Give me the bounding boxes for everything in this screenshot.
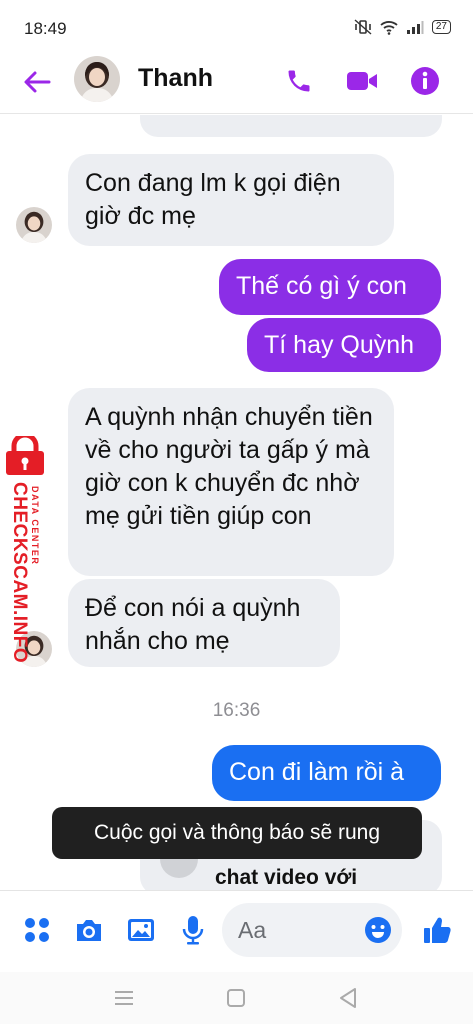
status-icons: 27 [354,19,451,35]
message-text: Thế có gì ý con [236,272,407,300]
status-time: 18:49 [24,19,67,38]
phone-icon [288,70,310,92]
message-list[interactable]: Con đang lm k gọi điện giờ đc mẹ Thế có … [0,115,473,890]
chat-header: Thanh [0,56,473,114]
vibrate-icon [354,19,372,35]
watermark-sub: DATA CENTER [30,486,40,566]
message-bubble[interactable]: Để con nói a quỳnh nhắn cho mẹ [68,579,340,667]
message-text: Để con nói a quỳnh nhắn cho mẹ [85,594,301,655]
triangle-back-icon [340,988,356,1008]
camera-button[interactable] [72,913,106,947]
message-bubble[interactable]: A quỳnh nhận chuyển tiền về cho người ta… [68,388,394,576]
message-text: A quỳnh nhận chuyển tiền về cho người ta… [85,403,373,530]
message-bubble[interactable]: Con đi làm rồi à [212,745,441,801]
message-text: Con đi làm rồi à [229,758,405,786]
message-bubble[interactable]: Thế có gì ý con [219,259,441,315]
home-button[interactable] [222,984,250,1012]
four-dots-icon [25,918,49,942]
back-nav-button[interactable] [334,984,362,1012]
system-nav-bar [0,972,473,1024]
info-icon [411,67,439,95]
call-button[interactable] [282,64,316,98]
battery-icon: 27 [431,20,451,34]
recents-button[interactable] [110,984,138,1012]
gallery-button[interactable] [124,913,158,947]
back-button[interactable] [20,65,54,99]
image-icon [128,919,154,941]
message-text: Tí hay Quỳnh [264,331,415,359]
avatar[interactable] [74,56,120,102]
status-bar: 18:49 27 [0,0,473,56]
message-bubble[interactable]: Con đang lm k gọi điện giờ đc mẹ [68,154,394,246]
arrow-left-icon [24,71,51,93]
video-chat-card-text: chat video với [215,866,358,889]
message-input[interactable] [238,915,348,945]
video-camera-icon [347,72,377,90]
sender-avatar[interactable] [16,207,52,243]
square-icon [227,989,245,1007]
more-actions-button[interactable] [20,913,54,947]
message-input-container[interactable] [222,903,402,957]
message-text: Con đang lm k gọi điện giờ đc mẹ [85,169,341,230]
composer-bar [0,890,473,972]
smiley-icon[interactable] [364,916,392,944]
contact-name[interactable]: Thanh [138,64,213,93]
camera-icon [77,920,101,941]
wifi-icon [380,20,398,35]
microphone-icon [182,916,204,945]
thumbs-up-icon [424,917,451,943]
previous-message-bubble[interactable] [140,115,442,137]
signal-icon [406,21,424,34]
menu-lines-icon [115,991,133,1005]
watermark-brand: CHECKSCAM.INFO [9,482,30,664]
voice-record-button[interactable] [176,913,210,947]
toast-text: Cuộc gọi và thông báo sẽ rung [93,821,381,844]
watermark-logo: CHECKSCAM.INFO DATA CENTER [2,436,50,666]
like-button[interactable] [420,913,454,947]
toast-notification: Cuộc gọi và thông báo sẽ rung [52,807,422,859]
info-button[interactable] [408,64,442,98]
message-bubble[interactable]: Tí hay Quỳnh [247,318,441,372]
video-call-button[interactable] [345,64,379,98]
message-timestamp: 16:36 [212,700,261,721]
lock-icon [6,436,44,475]
